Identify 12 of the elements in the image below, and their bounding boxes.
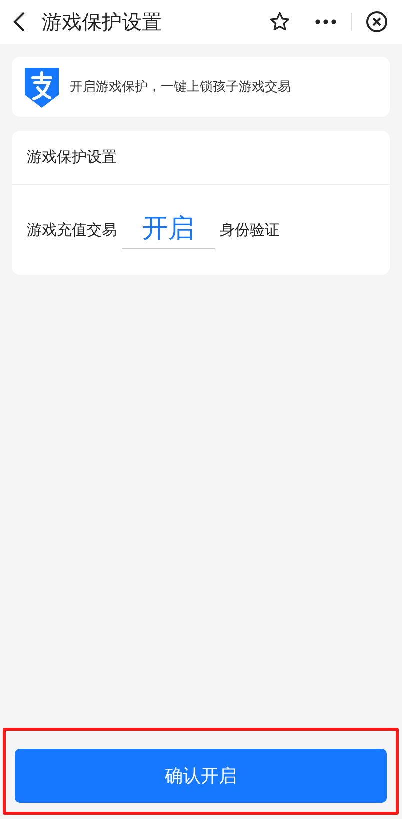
card-title: 游戏保护设置 [27,148,117,167]
row-label: 游戏充值交易 [27,220,117,240]
star-icon[interactable] [269,11,291,33]
value-field[interactable]: 开启 [122,211,215,249]
more-icon[interactable] [315,19,337,25]
notice-text: 开启游戏保护，一键上锁孩子游戏交易 [70,79,291,96]
page-title: 游戏保护设置 [42,8,163,36]
close-icon[interactable] [366,11,388,33]
shield-icon [24,65,60,109]
confirm-button[interactable]: 确认开启 [15,749,387,803]
row-suffix: 身份验证 [220,220,280,240]
back-icon[interactable] [12,11,26,33]
